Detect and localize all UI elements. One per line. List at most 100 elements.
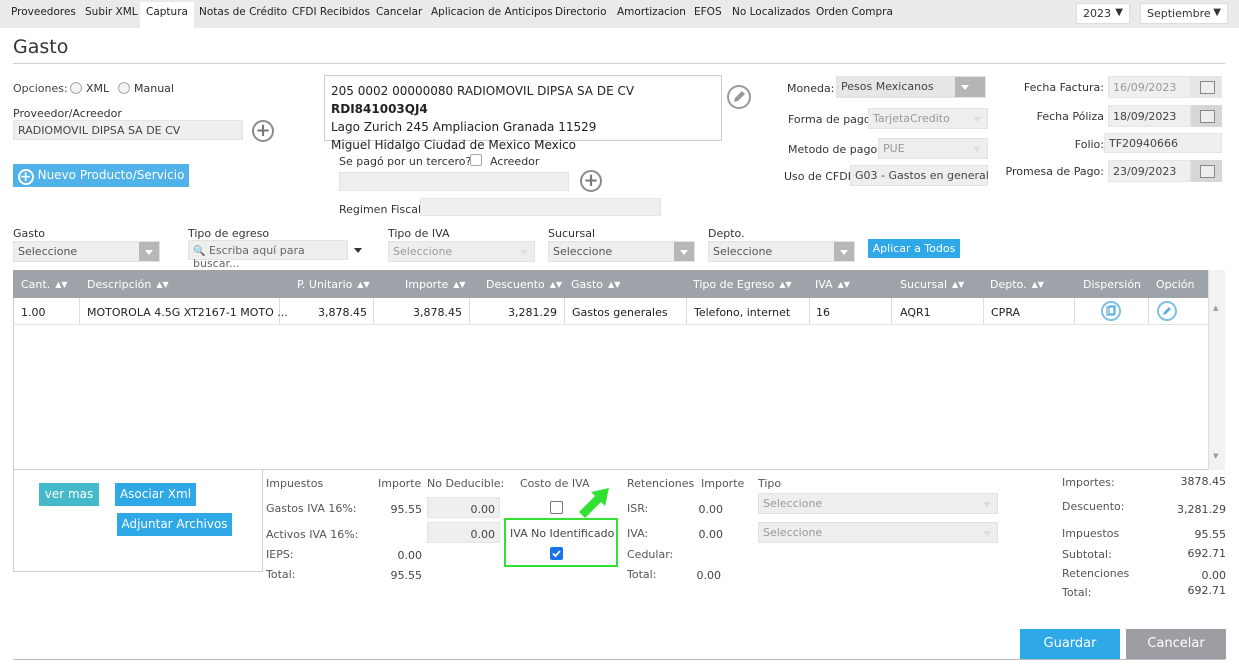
tercero-field[interactable] — [339, 172, 569, 191]
col-gasto[interactable]: Gasto ▲▼ — [571, 278, 620, 291]
subtotal-label: Subtotal: — [1062, 548, 1112, 561]
tercero-checkbox[interactable] — [470, 154, 482, 166]
guardar-button[interactable]: Guardar — [1020, 629, 1120, 659]
moneda-select[interactable]: Pesos Mexicanos — [836, 76, 986, 98]
isr-tipo-value: Seleccione — [763, 497, 823, 510]
isr-tipo-select[interactable]: Seleccione — [758, 493, 998, 514]
activos-iva-label: Activos IVA 16%: — [266, 528, 359, 541]
proveedor-field[interactable]: RADIOMOVIL DIPSA SA DE CV — [13, 120, 243, 140]
nav-amortizacion[interactable]: Amortizacion — [617, 6, 686, 18]
edit-row-icon[interactable] — [1157, 301, 1177, 321]
col-sucursal[interactable]: Sucursal ▲▼ — [900, 278, 964, 291]
asociar-xml-button[interactable]: Asociar Xml — [115, 483, 196, 506]
tipo-iva-select[interactable]: Seleccione — [388, 241, 535, 262]
folio-field[interactable]: TF20940666 — [1104, 133, 1222, 153]
costo-iva-checkbox[interactable] — [550, 501, 563, 514]
nav-cfdi-recibidos[interactable]: CFDI Recibidos — [292, 6, 370, 18]
plus-circle-icon: + — [17, 169, 34, 185]
nav-captura[interactable]: Captura — [140, 2, 194, 28]
calendar-icon[interactable] — [1191, 160, 1222, 182]
aplicar-todos-button[interactable]: Aplicar a Todos — [868, 239, 960, 258]
uso-cfdi-value: G03 - Gastos en general — [855, 169, 989, 182]
cancelar-button[interactable]: Cancelar — [1126, 629, 1226, 659]
col-tipo-egreso[interactable]: Tipo de Egreso ▲▼ — [693, 278, 792, 291]
nav-cancelar[interactable]: Cancelar — [376, 6, 422, 18]
nav-orden-compra[interactable]: Orden Compra — [816, 6, 893, 18]
nuevo-producto-button[interactable]: + Nuevo Producto/Servicio — [13, 164, 189, 187]
gastos-iva-importe: 95.55 — [390, 503, 423, 516]
col-p-unitario[interactable]: P. Unitario ▲▼ — [297, 278, 370, 291]
col-cant-label: Cant. — [21, 278, 51, 291]
xml-radio[interactable] — [70, 82, 82, 94]
month-select[interactable]: Septiembre ▼ — [1140, 3, 1228, 24]
iva-no-identificado-checkbox[interactable] — [550, 547, 563, 560]
manual-radio[interactable] — [118, 82, 130, 94]
cell-iva: 16 — [816, 306, 830, 319]
tipo-egreso-search[interactable]: 🔍 Escriba aquí para buscar... — [188, 240, 348, 270]
gastos-iva-nd-field[interactable]: 0.00 — [427, 497, 500, 518]
depto-select[interactable]: Seleccione — [708, 241, 855, 262]
sucursal-select[interactable]: Seleccione — [548, 241, 695, 262]
descuento-label: Descuento: — [1062, 500, 1125, 513]
gasto-filter-select[interactable]: Seleccione — [13, 241, 160, 262]
nav-directorio[interactable]: Directorio — [555, 6, 607, 18]
col-sucursal-label: Sucursal — [900, 278, 948, 291]
cell-descuento: 3,281.29 — [508, 306, 557, 319]
bottom-divider — [13, 659, 1225, 660]
nav-efos[interactable]: EFOS — [694, 6, 722, 18]
forma-pago-select[interactable]: TarjetaCredito — [868, 108, 988, 129]
iva-tipo-value: Seleccione — [763, 526, 823, 539]
metodo-pago-select[interactable]: PUE — [878, 138, 988, 159]
tercero-label: Se pagó por un tercero? — [339, 155, 472, 168]
ver-mas-button[interactable]: ver mas — [39, 483, 99, 506]
adjuntar-archivos-button[interactable]: Adjuntar Archivos — [117, 513, 232, 536]
edit-address-icon[interactable] — [727, 85, 751, 109]
table-scrollbar[interactable]: ▲ ▼ — [1208, 270, 1225, 470]
chevron-down-icon — [834, 242, 854, 261]
col-divider — [79, 298, 80, 324]
col-iva-label: IVA — [815, 278, 833, 291]
calendar-icon[interactable] — [1191, 76, 1222, 98]
calendar-icon[interactable] — [1191, 105, 1222, 127]
col-depto[interactable]: Depto. ▲▼ — [990, 278, 1044, 291]
col-iva[interactable]: IVA ▲▼ — [815, 278, 850, 291]
total-label: Total: — [1062, 586, 1092, 599]
opciones-label: Opciones: — [13, 82, 68, 95]
tipo-iva-label: Tipo de IVA — [388, 227, 450, 240]
col-importe[interactable]: Importe ▲▼ — [405, 278, 466, 291]
acreedor-label: Acreedor — [490, 155, 540, 168]
scroll-down-icon[interactable]: ▼ — [1213, 452, 1218, 460]
regimen-fiscal-label: Regimen Fiscal: — [339, 203, 425, 216]
promesa-pago-label: Promesa de Pago: — [1005, 165, 1104, 178]
col-descripcion[interactable]: Descripción ▲▼ — [87, 278, 169, 291]
nav-aplicacion-anticipos[interactable]: Aplicacion de Anticipos — [431, 6, 553, 18]
col-divider — [1148, 298, 1149, 324]
cell-gasto: Gastos generales — [572, 306, 668, 319]
gastos-iva-label: Gastos IVA 16%: — [266, 502, 357, 515]
iva-retencion-value: 0.00 — [698, 528, 724, 541]
chevron-down-icon — [977, 494, 997, 513]
nav-proveedores[interactable]: Proveedores — [11, 6, 76, 18]
cedular-label: Cedular: — [627, 548, 674, 561]
fecha-poliza-field[interactable]: 18/09/2023 — [1108, 105, 1191, 127]
iva-tipo-select[interactable]: Seleccione — [758, 522, 998, 543]
nav-subir-xml[interactable]: Subir XML — [85, 6, 138, 18]
fecha-poliza-label: Fecha Póliza — [1036, 110, 1104, 123]
nav-no-localizados[interactable]: No Localizados — [732, 6, 810, 18]
fecha-factura-field[interactable]: 16/09/2023 — [1108, 76, 1191, 98]
nav-notas-credito[interactable]: Notas de Crédito — [199, 6, 287, 18]
add-proveedor-icon[interactable]: + — [252, 120, 274, 142]
col-cant[interactable]: Cant. ▲▼ — [21, 278, 68, 291]
scroll-up-icon[interactable]: ▲ — [1213, 304, 1218, 312]
regimen-fiscal-field[interactable] — [420, 198, 661, 216]
sort-icon: ▲▼ — [837, 280, 850, 289]
dispersion-icon[interactable] — [1101, 301, 1121, 321]
add-tercero-icon[interactable]: + — [580, 170, 602, 192]
year-select[interactable]: 2023 ▼ — [1076, 3, 1130, 24]
cell-cant: 1.00 — [21, 306, 46, 319]
activos-iva-nd-field[interactable]: 0.00 — [427, 522, 500, 543]
uso-cfdi-select[interactable]: G03 - Gastos en general — [850, 165, 989, 186]
caret-down-icon[interactable] — [354, 248, 362, 253]
col-descuento[interactable]: Descuento ▲▼ — [486, 278, 562, 291]
promesa-pago-field[interactable]: 23/09/2023 — [1108, 160, 1191, 182]
